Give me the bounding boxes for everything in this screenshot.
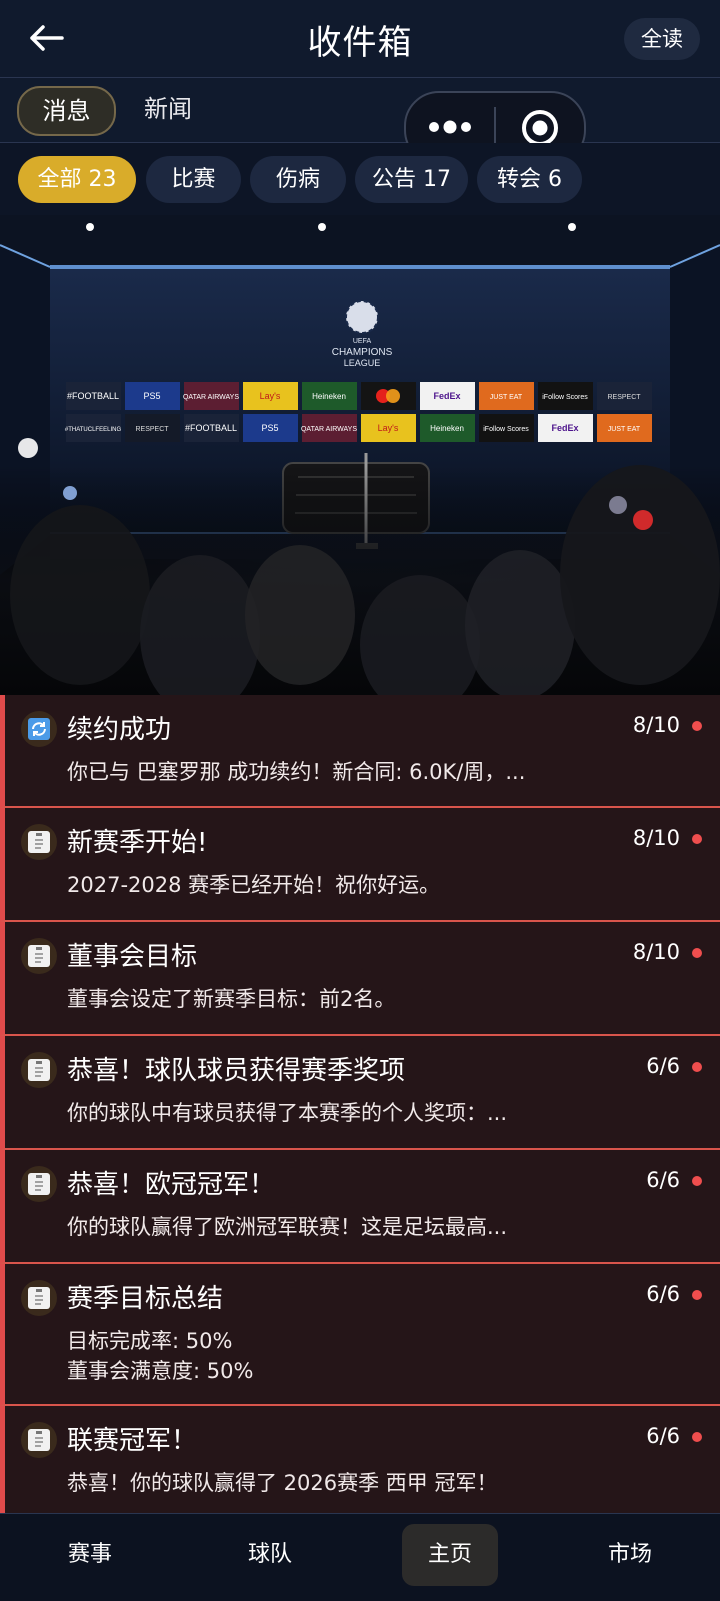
message-date: 8/10 <box>632 826 680 850</box>
sync-icon <box>21 711 57 747</box>
unread-dot <box>692 834 702 844</box>
sponsor-label: Lay's <box>260 391 281 401</box>
clipboard-icon <box>21 1422 57 1458</box>
message-title: 联赛冠军！ <box>67 1426 198 1456</box>
sponsor-label: FedEx <box>551 423 578 433</box>
message-title: 新赛季开始! <box>67 828 208 858</box>
sponsor-label: JUST EAT <box>608 426 641 433</box>
message-title: 恭喜！球队球员获得赛季奖项 <box>67 1056 406 1086</box>
sponsor-label: PS5 <box>261 423 278 433</box>
filter-match[interactable]: 比赛 <box>146 156 241 203</box>
message-date: 8/10 <box>632 713 680 737</box>
unread-dot <box>692 948 702 958</box>
message-title: 赛季目标总结 <box>67 1284 224 1314</box>
logo-text-champions: CHAMPIONS <box>332 347 393 358</box>
message-date: 6/6 <box>646 1054 680 1078</box>
bottom-nav: 赛事 球队 主页 市场 <box>0 1513 720 1601</box>
message-type-tabs: 消息 新闻 <box>0 78 720 143</box>
filter-all[interactable]: 全部 23 <box>18 156 136 203</box>
list-item[interactable]: 联赛冠军！ 6/6 恭喜！你的球队赢得了 2026赛季 西甲 冠军！ <box>0 1406 720 1521</box>
nav-market[interactable]: 市场 <box>582 1524 678 1586</box>
press-room-banner: UEFA CHAMPIONS LEAGUE #FOOTBALL PS5 QATA… <box>0 215 720 695</box>
message-body: 目标完成率: 50% 董事会满意度: 50% <box>67 1326 253 1386</box>
page-title: 收件箱 <box>307 23 413 63</box>
sponsor-label: RESPECT <box>135 426 169 433</box>
message-title: 董事会目标 <box>67 942 198 972</box>
message-date: 6/6 <box>646 1168 680 1192</box>
tab-messages[interactable]: 消息 <box>17 86 116 136</box>
tab-news[interactable]: 新闻 <box>136 86 200 132</box>
clipboard-icon <box>21 1166 57 1202</box>
unread-dot <box>692 1290 702 1300</box>
unread-dot <box>692 721 702 731</box>
close-miniprogram-icon[interactable] <box>520 108 560 148</box>
message-title: 恭喜！欧冠冠军！ <box>67 1170 276 1200</box>
filter-injury[interactable]: 伤病 <box>250 156 346 203</box>
sponsor-label: JUST EAT <box>490 394 523 401</box>
sponsor-label: PS5 <box>143 391 160 401</box>
header: 收件箱 全读 <box>0 0 720 78</box>
read-all-button[interactable]: 全读 <box>624 18 700 60</box>
list-item[interactable]: 恭喜！球队球员获得赛季奖项 6/6 你的球队中有球员获得了本赛季的个人奖项：..… <box>0 1036 720 1150</box>
message-list: 续约成功 8/10 你已与 巴塞罗那 成功续约！新合同: 6.0K/周，... … <box>0 695 720 1521</box>
sponsor-label: #FOOTBALL <box>185 423 237 433</box>
sponsor-label: FedEx <box>433 391 460 401</box>
message-body: 你的球队赢得了欧洲冠军联赛！这是足坛最高... <box>67 1215 508 1239</box>
message-body-line: 目标完成率: 50% <box>67 1329 233 1353</box>
message-date: 6/6 <box>646 1282 680 1306</box>
clipboard-icon <box>21 1280 57 1316</box>
message-body: 你已与 巴塞罗那 成功续约！新合同: 6.0K/周，... <box>67 760 526 784</box>
category-filters: 全部 23 比赛 伤病 公告 17 转会 6 <box>0 143 720 215</box>
message-date: 8/10 <box>632 940 680 964</box>
clipboard-icon <box>21 824 57 860</box>
sponsor-label: RESPECT <box>607 394 641 401</box>
more-options-icon[interactable] <box>428 117 472 137</box>
message-body-line: 董事会满意度: 50% <box>67 1359 254 1383</box>
nav-team[interactable]: 球队 <box>222 1524 318 1586</box>
sponsor-label: QATAR AIRWAYS <box>183 394 239 401</box>
message-body: 2027-2028 赛季已经开始！祝你好运。 <box>67 873 441 897</box>
nav-home[interactable]: 主页 <box>402 1524 498 1586</box>
list-item[interactable]: 董事会目标 8/10 董事会设定了新赛季目标：前2名。 <box>0 922 720 1036</box>
sponsor-label: Lay's <box>378 423 399 433</box>
unread-dot <box>692 1432 702 1442</box>
message-body: 恭喜！你的球队赢得了 2026赛季 西甲 冠军！ <box>67 1471 498 1495</box>
logo-text-league: LEAGUE <box>344 358 381 368</box>
message-title: 续约成功 <box>67 715 172 745</box>
list-item[interactable]: 新赛季开始! 8/10 2027-2028 赛季已经开始！祝你好运。 <box>0 808 720 922</box>
clipboard-icon <box>21 938 57 974</box>
sponsor-label: Heineken <box>430 424 464 433</box>
clipboard-icon <box>21 1052 57 1088</box>
sponsor-label: iFollow Scores <box>542 394 588 401</box>
sponsor-label: QATAR AIRWAYS <box>301 426 357 433</box>
sponsor-label: Heineken <box>312 392 346 401</box>
filter-announcement[interactable]: 公告 17 <box>355 156 468 203</box>
sponsor-label: iFollow Scores <box>483 426 529 433</box>
list-item[interactable]: 赛季目标总结 6/6 目标完成率: 50% 董事会满意度: 50% <box>0 1264 720 1406</box>
logo-text-uefa: UEFA <box>353 338 372 345</box>
list-item[interactable]: 恭喜！欧冠冠军！ 6/6 你的球队赢得了欧洲冠军联赛！这是足坛最高... <box>0 1150 720 1264</box>
message-body: 董事会设定了新赛季目标：前2名。 <box>67 987 396 1011</box>
unread-dot <box>692 1176 702 1186</box>
sponsor-label: #THATUCLFEELING <box>65 427 122 433</box>
list-item[interactable]: 续约成功 8/10 你已与 巴塞罗那 成功续约！新合同: 6.0K/周，... <box>0 695 720 808</box>
message-body: 你的球队中有球员获得了本赛季的个人奖项：... <box>67 1101 508 1125</box>
unread-dot <box>692 1062 702 1072</box>
nav-events[interactable]: 赛事 <box>42 1524 138 1586</box>
sponsor-label: #FOOTBALL <box>67 391 119 401</box>
message-date: 6/6 <box>646 1424 680 1448</box>
filter-transfer[interactable]: 转会 6 <box>477 156 582 203</box>
